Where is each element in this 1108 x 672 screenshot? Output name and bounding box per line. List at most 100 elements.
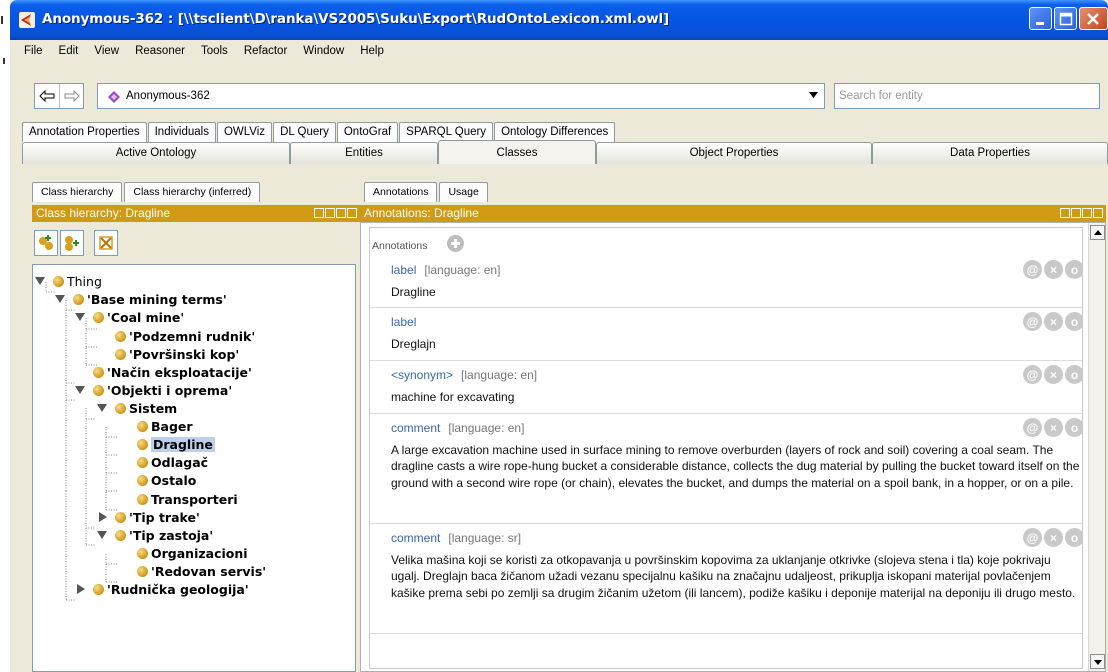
delete-annotation-button[interactable]: × [1044,528,1063,547]
annotation-card[interactable]: <synonym> [language: en] machine for excav… [370,361,1082,414]
view-control-icon[interactable] [325,208,335,218]
tab-ontograf[interactable]: OntoGraf [336,122,399,142]
menu-refactor[interactable]: Refactor [236,45,295,57]
annotation-property-name[interactable]: <synonym> [391,368,453,382]
annotation-card[interactable]: comment [language: sr] Velika mašina koji … [370,524,1082,634]
add-annotation-button[interactable] [447,235,464,252]
scroll-down-button[interactable] [1090,654,1105,669]
back-button[interactable] [35,84,59,108]
tab-active-ontology[interactable]: Active Ontology [22,142,290,164]
tab-dl-query[interactable]: DL Query [273,122,336,142]
tab-usage[interactable]: Usage [439,182,488,202]
tab-annotation-properties[interactable]: Annotation Properties [22,122,147,142]
delete-annotation-button[interactable]: × [1044,365,1063,384]
edit-annotation-button[interactable]: o [1065,528,1082,547]
tab-owlviz[interactable]: OWLViz [216,122,273,142]
tree-node[interactable]: 'Tip zastoja' [97,526,213,544]
edit-annotation-button[interactable]: o [1065,365,1082,384]
tree-node[interactable]: Thing [35,272,102,290]
tab-classes[interactable]: Classes [438,140,596,164]
tab-entities[interactable]: Entities [290,142,438,164]
tab-class-hierarchy[interactable]: Class hierarchy [32,182,123,202]
edit-annotation-button[interactable]: o [1065,418,1082,437]
menu-window[interactable]: Window [295,45,352,57]
tree-node[interactable]: Odlagač [137,453,208,471]
add-subclass-button[interactable] [34,230,58,256]
tree-node[interactable]: 'Rudnička geologija' [77,580,249,598]
expand-open-icon[interactable] [97,531,107,539]
view-control-icon[interactable] [1082,208,1092,218]
menu-tools[interactable]: Tools [193,45,236,57]
tab-individuals[interactable]: Individuals [147,122,216,142]
tree-node[interactable]: 'Način eksploatacije' [93,363,252,381]
tree-node[interactable]: 'Tip trake' [99,508,200,526]
tab-annotations[interactable]: Annotations [364,182,438,202]
add-sibling-button[interactable] [60,230,84,256]
tree-node[interactable]: Bager [137,417,193,435]
annotate-annotation-button[interactable]: @ [1023,528,1042,547]
close-view-icon[interactable] [1093,208,1103,218]
maximize-button[interactable] [1054,7,1077,30]
tab-sparql-query[interactable]: SPARQL Query [399,122,494,142]
annotation-property-name[interactable]: comment [391,531,440,545]
tab-object-properties[interactable]: Object Properties [596,142,872,164]
annotation-card[interactable]: comment [language: en] A large excavation … [370,414,1082,524]
tree-node[interactable]: 'Coal mine' [75,308,184,326]
tree-node[interactable]: 'Površinski kop' [115,345,239,363]
view-control-icon[interactable] [1071,208,1081,218]
annotate-annotation-button[interactable]: @ [1023,365,1042,384]
expand-closed-icon[interactable] [77,584,85,594]
tree-node[interactable]: 'Base mining terms' [55,290,227,308]
annotate-annotation-button[interactable]: @ [1023,260,1042,279]
close-window-button[interactable] [1079,7,1108,30]
menu-help[interactable]: Help [352,45,392,57]
delete-annotation-button[interactable]: × [1044,312,1063,331]
delete-class-button[interactable] [94,230,118,256]
expand-open-icon[interactable] [75,313,85,321]
search-input[interactable] [835,84,1099,108]
menu-file[interactable]: File [16,45,51,57]
title-bar[interactable]: Anonymous-362 : [\\tsclient\D\ranka\VS20… [10,0,1108,40]
expand-open-icon[interactable] [55,295,65,303]
view-controls[interactable] [314,208,357,218]
tree-node[interactable]: 'Objekti i oprema' [75,381,232,399]
view-controls[interactable] [1060,208,1103,218]
expand-open-icon[interactable] [97,404,107,412]
tab-ontology-differences[interactable]: Ontology Differences [494,122,616,142]
tab-data-properties[interactable]: Data Properties [872,142,1108,164]
tree-node[interactable]: Organizacioni [137,544,248,562]
tree-node[interactable]: Sistem [97,399,177,417]
annotations-scrollbar[interactable] [1088,223,1105,671]
annotation-property-name[interactable]: comment [391,421,440,435]
close-view-icon[interactable] [347,208,357,218]
tree-node[interactable]: 'Redovan servis' [137,562,266,580]
entity-selector[interactable]: Anonymous-362 [97,83,825,109]
tree-node[interactable]: Dragline [137,435,215,453]
edit-annotation-button[interactable]: o [1065,312,1082,331]
edit-annotation-button[interactable]: o [1065,260,1082,279]
menu-view[interactable]: View [86,45,127,57]
tree-node[interactable]: 'Podzemni rudnik' [115,327,255,345]
view-control-icon[interactable] [314,208,324,218]
annotate-annotation-button[interactable]: @ [1023,418,1042,437]
delete-annotation-button[interactable]: × [1044,418,1063,437]
expand-open-icon[interactable] [75,386,85,394]
tree-node[interactable]: Ostalo [137,471,196,489]
menu-edit[interactable]: Edit [51,45,87,57]
view-control-icon[interactable] [1060,208,1070,218]
annotation-property-name[interactable]: label [391,263,416,277]
delete-annotation-button[interactable]: × [1044,260,1063,279]
tab-class-hierarchy-inferred[interactable]: Class hierarchy (inferred) [124,182,261,202]
forward-button[interactable] [59,84,83,108]
tree-node[interactable]: Transporteri [137,490,238,508]
annotation-card[interactable]: label Dreglajn @ × o [370,308,1082,361]
scroll-up-button[interactable] [1090,225,1105,240]
expand-open-icon[interactable] [35,277,45,285]
annotation-card[interactable]: label [language: en] Dragline @ × o [370,256,1082,308]
menu-reasoner[interactable]: Reasoner [127,45,193,57]
search-entity-field[interactable] [834,83,1100,109]
annotate-annotation-button[interactable]: @ [1023,312,1042,331]
view-control-icon[interactable] [336,208,346,218]
expand-closed-icon[interactable] [99,512,107,522]
minimize-button[interactable] [1029,7,1052,30]
